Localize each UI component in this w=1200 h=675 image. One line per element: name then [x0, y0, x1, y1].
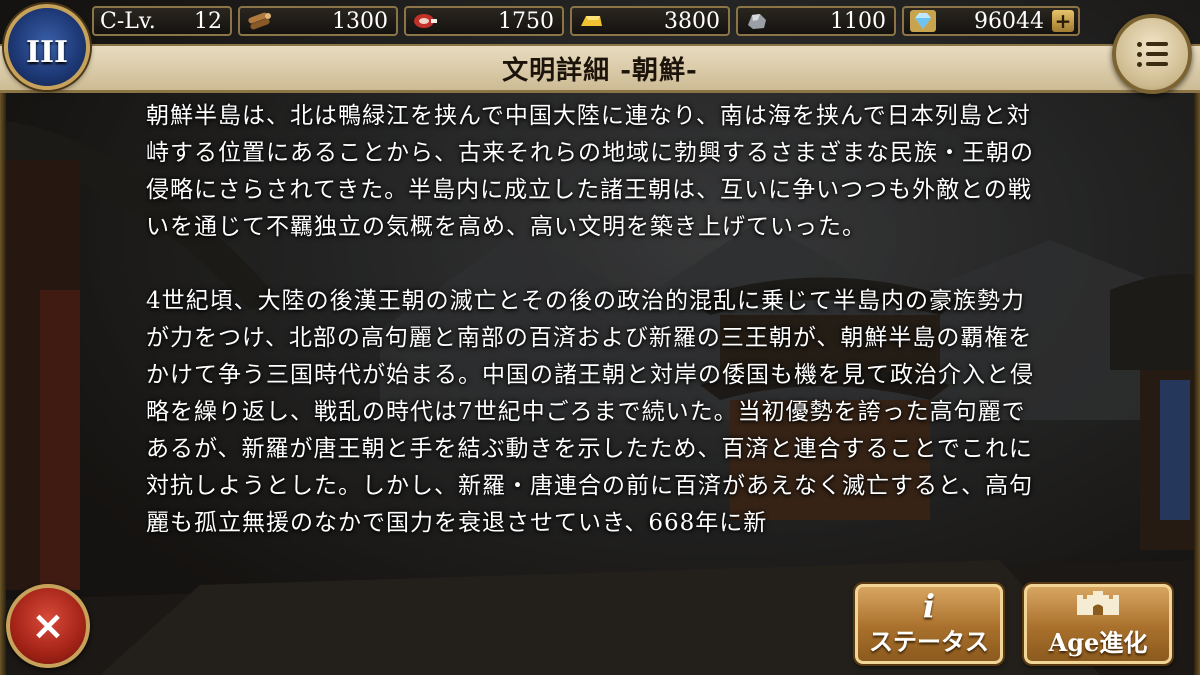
resource-bar: C-Lv. 12 1300 1750 3800 1100 96044 + [92, 4, 1112, 38]
status-button-label: ステータス [869, 626, 989, 656]
description-paragraph: 朝鮮半島は、北は鴨緑江を挟んで中国大陸に連なり、南は海を挟んで日本列島と対峙する… [146, 103, 1034, 240]
right-frame-border [1194, 88, 1200, 675]
description-paragraph: 4世紀頃、大陸の後漢王朝の滅亡とその後の政治的混乱に乗じて半島内の豪族勢力が力を… [146, 288, 1034, 536]
castle-icon [1073, 590, 1123, 621]
age-numeral: III [25, 34, 69, 70]
civ-level-display: C-Lv. 12 [92, 6, 232, 36]
left-frame-border [0, 88, 6, 675]
age-evolve-button[interactable]: Age進化 [1024, 584, 1172, 664]
wood-icon [244, 9, 274, 33]
civilization-description[interactable]: 朝鮮半島は、北は鴨緑江を挟んで中国大陸に連なり、南は海を挟んで日本列島と対峙する… [146, 98, 1046, 568]
gold-icon [576, 9, 606, 33]
food-value: 1750 [498, 8, 554, 34]
wood-counter: 1300 [238, 6, 398, 36]
civ-level-label: C-Lv. [100, 8, 156, 34]
status-button[interactable]: i ステータス [855, 584, 1003, 664]
gold-value: 3800 [664, 8, 720, 34]
info-icon: i [922, 586, 936, 625]
food-counter: 1750 [404, 6, 564, 36]
diamond-icon [908, 9, 938, 33]
wood-value: 1300 [332, 8, 388, 34]
meat-icon [410, 9, 440, 33]
menu-icon [1136, 41, 1168, 67]
iron-ore-icon [742, 9, 772, 33]
gold-counter: 3800 [570, 6, 730, 36]
gem-value: 96044 [974, 8, 1044, 34]
iron-counter: 1100 [736, 6, 896, 36]
civ-level-value: 12 [194, 8, 222, 34]
close-icon: × [31, 603, 65, 649]
gem-counter: 96044 + [902, 6, 1080, 36]
age-evolve-label: Age進化 [1048, 627, 1148, 657]
iron-value: 1100 [830, 8, 886, 34]
close-button[interactable]: × [6, 584, 90, 668]
page-title: 文明詳細 -朝鮮- [502, 55, 698, 86]
add-gems-button[interactable]: + [1052, 10, 1074, 32]
title-bar: 文明詳細 -朝鮮- [0, 44, 1200, 93]
menu-button[interactable] [1112, 14, 1192, 94]
age-emblem[interactable]: III [4, 4, 90, 90]
